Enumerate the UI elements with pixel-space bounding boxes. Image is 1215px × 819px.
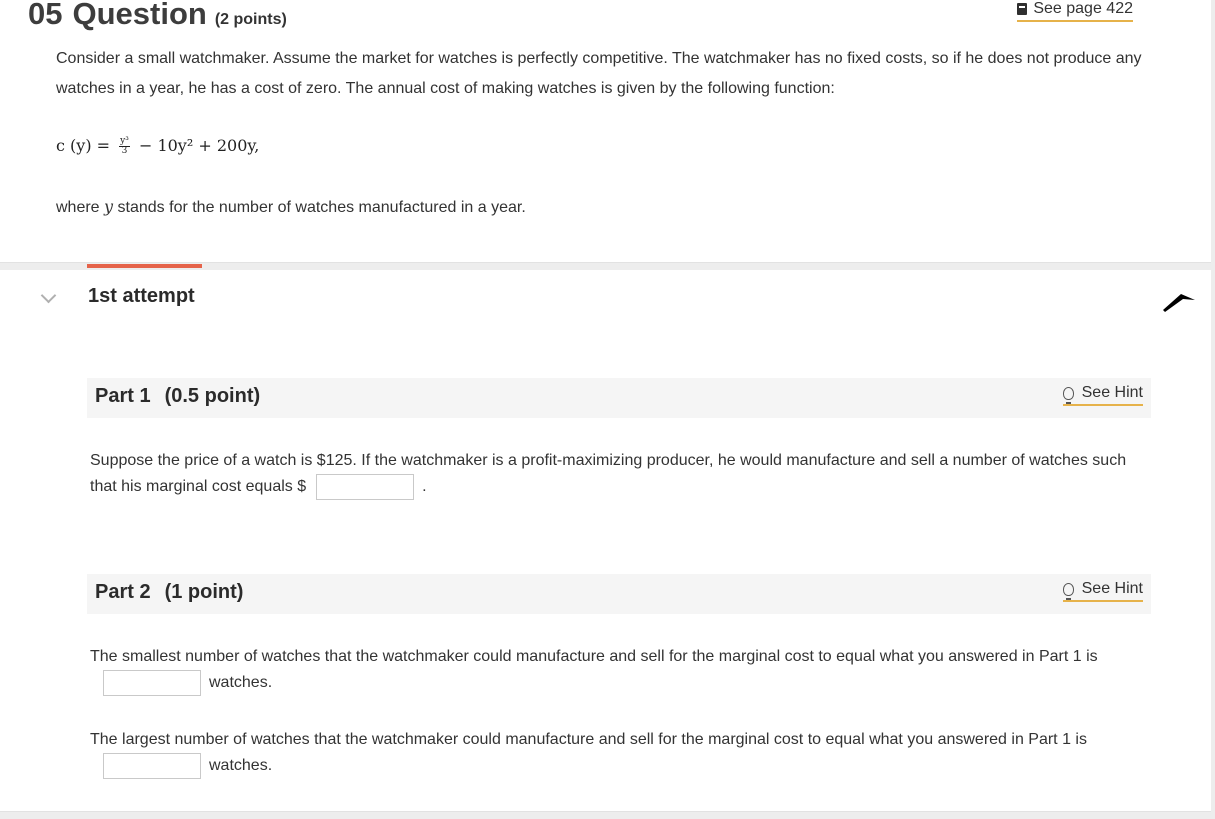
part2-q2-after: watches. bbox=[209, 757, 273, 775]
part1-question: Suppose the price of a watch is $125. If… bbox=[90, 448, 1140, 500]
part2-label: Part 2 bbox=[95, 581, 151, 603]
question-word: Question bbox=[72, 0, 207, 31]
mouse-cursor-icon bbox=[1163, 294, 1195, 312]
part1-hint-label: See Hint bbox=[1081, 384, 1143, 401]
formula-rhs: − 10y² + 200y, bbox=[138, 136, 260, 155]
formula-fraction: y³ 3 bbox=[119, 137, 130, 156]
part1-points: (0.5 point) bbox=[164, 385, 261, 407]
see-page-link[interactable]: See page 422 bbox=[1017, 0, 1133, 22]
attempt-card: 1st attempt Part 1 (0.5 point) See Hint S… bbox=[0, 264, 1211, 812]
part1-text-after: . bbox=[422, 478, 427, 496]
smallest-watches-input[interactable] bbox=[103, 670, 201, 696]
part1-header: Part 1 (0.5 point) See Hint bbox=[87, 378, 1151, 418]
part2-hint-link[interactable]: See Hint bbox=[1062, 580, 1143, 602]
question-number: 05 bbox=[28, 0, 63, 31]
part2-question-largest: The largest number of watches that the w… bbox=[90, 727, 1140, 779]
part2-q2-before: The largest number of watches that the w… bbox=[90, 731, 1087, 748]
formula-frac-den: 3 bbox=[121, 146, 128, 156]
where-text: where y stands for the number of watches… bbox=[56, 197, 526, 217]
largest-watches-input[interactable] bbox=[103, 753, 201, 779]
chevron-down-icon[interactable] bbox=[40, 287, 57, 304]
question-card: 05 Question (2 points) See page 422 Consid… bbox=[0, 0, 1211, 263]
part1-title: Part 1 (0.5 point) bbox=[95, 385, 260, 408]
lightbulb-icon bbox=[1062, 386, 1074, 404]
part1-text-before: Suppose the price of a watch is $125. If… bbox=[90, 452, 1127, 496]
question-title: 05 Question (2 points) bbox=[28, 0, 287, 32]
part2-header: Part 2 (1 point) See Hint bbox=[87, 574, 1151, 614]
where-suffix: stands for the number of watches manufac… bbox=[117, 199, 526, 216]
formula-lhs: c (y) = bbox=[56, 136, 111, 155]
lightbulb-icon bbox=[1062, 582, 1074, 600]
see-page-label: See page 422 bbox=[1033, 0, 1133, 17]
part2-q1-before: The smallest number of watches that the … bbox=[90, 648, 1098, 665]
attempt-title: 1st attempt bbox=[88, 285, 195, 307]
part1-hint-link[interactable]: See Hint bbox=[1062, 384, 1143, 406]
book-icon bbox=[1017, 3, 1028, 15]
attempt-tab-indicator bbox=[87, 264, 202, 268]
question-intro: Consider a small watchmaker. Assume the … bbox=[56, 50, 1142, 97]
where-var: y bbox=[104, 197, 114, 216]
part2-q1-after: watches. bbox=[209, 674, 273, 692]
part2-question-smallest: The smallest number of watches that the … bbox=[90, 644, 1140, 696]
part2-title: Part 2 (1 point) bbox=[95, 581, 243, 604]
part2-points: (1 point) bbox=[164, 581, 244, 603]
where-prefix: where bbox=[56, 199, 100, 216]
question-points: (2 points) bbox=[214, 11, 287, 28]
part1-label: Part 1 bbox=[95, 385, 151, 407]
cost-formula: c (y) = y³ 3 − 10y² + 200y, bbox=[56, 136, 259, 156]
part2-hint-label: See Hint bbox=[1081, 580, 1143, 597]
part1-answer-input[interactable] bbox=[316, 474, 415, 500]
